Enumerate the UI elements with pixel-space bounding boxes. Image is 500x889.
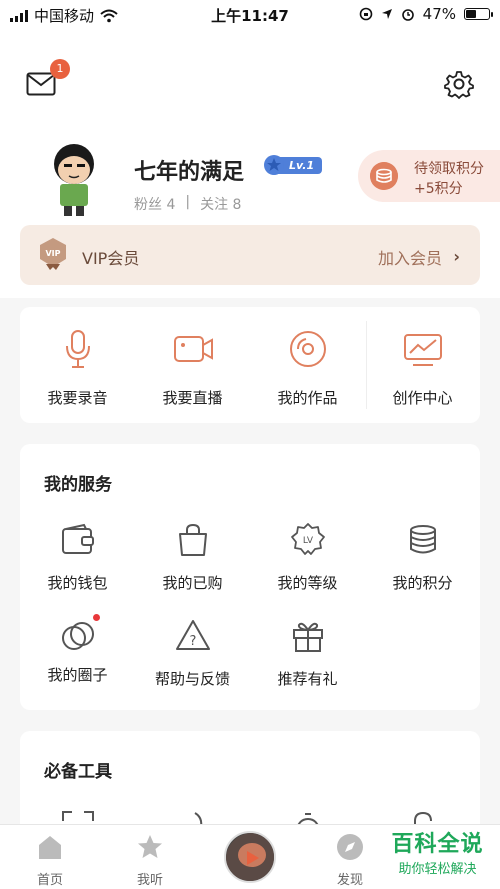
service-purchased[interactable]: 我的已购 [135, 522, 250, 593]
pending-points-label: 待领取积分 [414, 161, 484, 177]
tab-listen[interactable]: 我听 [120, 833, 180, 888]
service-label: 我的钱包 [47, 574, 108, 592]
pending-points-value: +5积分 [414, 181, 463, 197]
circles-icon-wrap [60, 614, 100, 654]
svg-text:VIP: VIP [45, 249, 60, 258]
tools-title: 必备工具 [44, 762, 112, 782]
star-icon [138, 835, 162, 858]
microphone-icon [65, 330, 90, 368]
chevron-right-icon: › [453, 247, 460, 266]
join-vip-link[interactable]: 加入会员 [378, 245, 442, 269]
vip-label: VIP会员 [82, 249, 140, 268]
my-services-card: 我的服务 我的钱包 我的已购 LV 我的等级 我的积分 我的圈子 ? 帮助与反馈… [20, 444, 480, 710]
battery-icon [464, 8, 493, 20]
quick-action-creator-center[interactable]: 创作中心 [365, 329, 480, 408]
pending-points-card[interactable]: 待领取积分 +5积分 [358, 150, 500, 202]
avatar[interactable] [36, 136, 112, 222]
play-icon [226, 833, 274, 881]
video-camera-icon [173, 336, 213, 362]
tab-label: 发现 [336, 873, 363, 888]
status-right: 47% [359, 5, 493, 23]
chart-monitor-icon [403, 334, 442, 366]
circles-icon [61, 622, 94, 650]
service-label: 我的积分 [392, 574, 453, 592]
svg-text:?: ? [189, 634, 196, 649]
service-label: 帮助与反馈 [154, 670, 230, 688]
level-star-icon [264, 155, 284, 175]
gift-icon [292, 622, 323, 652]
tab-home[interactable]: 首页 [20, 833, 80, 888]
service-label: 我的等级 [277, 574, 338, 592]
stats-separator: | [185, 194, 191, 210]
now-playing-disc[interactable] [224, 831, 276, 883]
vip-diamond-icon: VIP [40, 238, 66, 270]
alarm-icon [401, 9, 414, 21]
disc-icon [289, 331, 326, 367]
wallet-icon [61, 523, 94, 554]
status-bar: 中国移动 上午11:47 47% [0, 0, 500, 28]
follow-stats: 粉丝 4 | 关注 8 [134, 194, 241, 214]
shopping-bag-icon [178, 523, 207, 556]
quick-action-label: 我的作品 [277, 389, 338, 407]
location-icon [381, 9, 392, 19]
service-points[interactable]: 我的积分 [365, 522, 480, 593]
quick-action-label: 我要直播 [162, 389, 223, 407]
coins-stack-icon [409, 525, 436, 554]
service-circles[interactable]: 我的圈子 [20, 614, 135, 685]
quick-action-works[interactable]: 我的作品 [250, 329, 365, 408]
home-icon [39, 836, 61, 859]
services-title: 我的服务 [44, 475, 112, 495]
quick-action-label: 创作中心 [392, 389, 453, 407]
coins-icon [370, 162, 398, 190]
quick-actions-card: 我要录音 我要直播 我的作品 创作中心 [20, 307, 480, 423]
watermark-logo: 百科全说 助你轻松解决 [375, 826, 500, 877]
quick-action-label: 我要录音 [47, 389, 108, 407]
service-level[interactable]: LV 我的等级 [250, 522, 365, 593]
service-help-feedback[interactable]: ? 帮助与反馈 [135, 618, 250, 689]
vip-banner[interactable]: VIP VIP会员 加入会员 › [20, 225, 480, 285]
service-label: 我的已购 [162, 574, 223, 592]
level-badge-icon: LV [290, 523, 325, 555]
compass-icon [337, 834, 363, 860]
service-label: 推荐有礼 [277, 670, 338, 688]
battery-fill [466, 10, 476, 18]
svg-text:LV: LV [302, 536, 313, 546]
level-badge: Lv.1 [263, 155, 323, 175]
quick-action-live[interactable]: 我要直播 [135, 329, 250, 408]
service-label: 我的圈子 [47, 666, 108, 684]
notification-dot [92, 614, 100, 621]
tab-label: 首页 [36, 873, 63, 888]
service-referral-gift[interactable]: 推荐有礼 [250, 618, 365, 689]
warning-help-icon: ? [175, 620, 210, 650]
tab-discover[interactable]: 发现 [320, 833, 380, 888]
nickname: 七年的满足 [134, 160, 245, 185]
rotation-lock-icon [359, 7, 372, 21]
follow-count[interactable]: 关注 8 [200, 194, 241, 214]
mail-badge: 1 [50, 59, 70, 79]
tab-label: 我听 [136, 873, 163, 888]
quick-action-record[interactable]: 我要录音 [20, 329, 135, 408]
watermark-subtitle: 助你轻松解决 [398, 862, 477, 877]
fans-count[interactable]: 粉丝 4 [134, 194, 175, 214]
battery-percent: 47% [422, 5, 456, 23]
watermark-title: 百科全说 [391, 832, 484, 857]
settings-gear-icon[interactable] [444, 69, 474, 99]
service-wallet[interactable]: 我的钱包 [20, 522, 135, 593]
